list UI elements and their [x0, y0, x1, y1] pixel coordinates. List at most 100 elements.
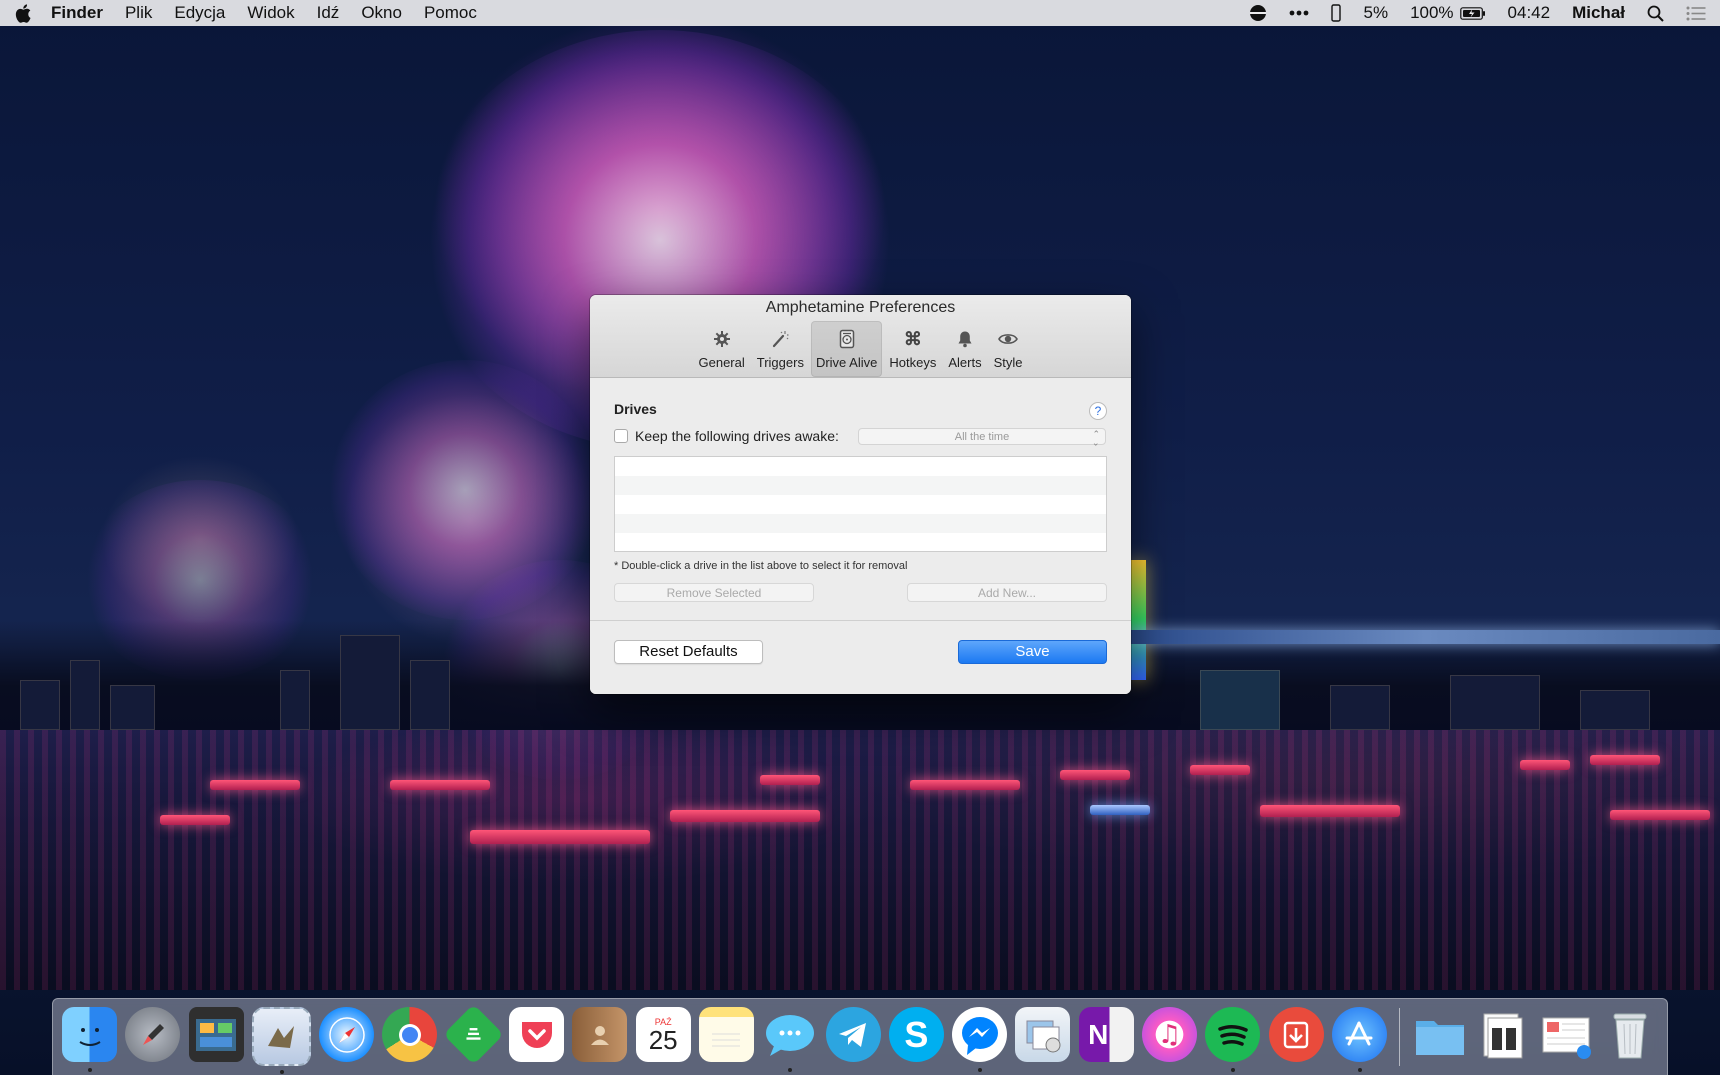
save-button[interactable]: Save — [958, 640, 1107, 664]
battery-percent[interactable]: 100% — [1410, 3, 1453, 23]
dock: PAŹ 25 S N ♫ — [52, 998, 1668, 1075]
tab-hotkeys[interactable]: ⌘ Hotkeys — [884, 321, 941, 377]
telegram-icon[interactable] — [825, 1007, 881, 1062]
tab-label: Hotkeys — [889, 355, 937, 370]
boat — [760, 775, 820, 785]
tab-triggers[interactable]: Triggers — [752, 321, 809, 377]
chevron-updown-icon: ⌃ ⌃ — [1092, 429, 1100, 448]
menu-okno[interactable]: Okno — [350, 0, 413, 26]
bell-icon — [953, 327, 977, 351]
drive-alive-pane: Drives ? Keep the following drives awake… — [590, 378, 1131, 694]
preferences-toolbar: General Triggers Drive Alive ⌘ Hotkeys A… — [590, 321, 1131, 377]
window-title: Amphetamine Preferences — [765, 299, 956, 316]
dock-separator — [1399, 1007, 1401, 1066]
menu-idz[interactable]: Idź — [306, 0, 351, 26]
gear-icon — [710, 327, 734, 351]
vpn-icon[interactable] — [1249, 4, 1267, 22]
boat — [670, 810, 820, 822]
boat — [1060, 770, 1130, 780]
folder-icon[interactable] — [1413, 1007, 1468, 1062]
list-row[interactable] — [615, 476, 1106, 495]
notification-center-icon[interactable] — [1686, 6, 1706, 21]
app-store-icon[interactable] — [1331, 1007, 1387, 1072]
remove-selected-button[interactable]: Remove Selected — [614, 583, 814, 602]
tab-drive-alive[interactable]: Drive Alive — [810, 321, 883, 377]
list-row[interactable] — [615, 495, 1106, 514]
add-new-button[interactable]: Add New... — [907, 583, 1107, 602]
schedule-select[interactable]: All the time ⌃ ⌃ — [858, 428, 1106, 448]
menu-plik[interactable]: Plik — [114, 0, 163, 26]
menu-bar: Finder Plik Edycja Widok Idź Okno Pomoc … — [0, 0, 1720, 26]
documents-stack-icon[interactable] — [1476, 1007, 1531, 1062]
onenote-icon[interactable]: N — [1078, 1007, 1134, 1062]
phone-icon[interactable] — [1331, 4, 1342, 22]
command-icon: ⌘ — [903, 328, 922, 349]
spotify-icon[interactable] — [1205, 1007, 1261, 1072]
safari-icon[interactable] — [319, 1007, 375, 1062]
boat — [210, 780, 300, 790]
screenshots-stack-icon[interactable] — [1539, 1007, 1594, 1062]
window-titlebar[interactable]: Amphetamine Preferences General Triggers… — [590, 295, 1131, 378]
boat — [160, 815, 230, 825]
boat — [1520, 760, 1570, 770]
help-button[interactable]: ? — [1089, 402, 1107, 420]
tab-style[interactable]: Style — [989, 321, 1028, 377]
itunes-icon[interactable]: ♫ — [1142, 1007, 1198, 1062]
list-row[interactable] — [615, 457, 1106, 476]
chrome-icon[interactable] — [382, 1007, 438, 1062]
menu-edycja[interactable]: Edycja — [163, 0, 236, 26]
tab-label: Style — [993, 355, 1023, 370]
finder-icon[interactable] — [62, 1007, 117, 1072]
menu-pomoc[interactable]: Pomoc — [413, 0, 488, 26]
cpu-status[interactable]: 5% — [1363, 3, 1388, 23]
drive-list[interactable] — [614, 456, 1107, 552]
list-row[interactable] — [615, 533, 1106, 552]
keep-awake-row: Keep the following drives awake: — [614, 428, 839, 444]
mission-control-icon[interactable] — [188, 1007, 244, 1062]
water-reflection — [0, 730, 1720, 990]
tab-label: Alerts — [948, 355, 982, 370]
boat — [1190, 765, 1250, 775]
bridge-tower — [1130, 560, 1146, 680]
messages-icon[interactable] — [762, 1007, 817, 1072]
skype-icon[interactable]: S — [888, 1007, 944, 1062]
list-row[interactable] — [615, 514, 1106, 533]
schedule-select-value: All the time — [954, 431, 1010, 443]
keep-awake-label[interactable]: Keep the following drives awake: — [635, 428, 839, 444]
clock[interactable]: 04:42 — [1508, 3, 1551, 23]
tab-label: Triggers — [756, 355, 804, 370]
divider — [590, 620, 1131, 621]
reset-defaults-button[interactable]: Reset Defaults — [614, 640, 763, 664]
feedly-icon[interactable] — [442, 1004, 504, 1065]
more-icon[interactable] — [1289, 10, 1309, 16]
boat — [1610, 810, 1710, 820]
boat — [1590, 755, 1660, 765]
messenger-icon[interactable] — [952, 1007, 1008, 1072]
download-icon[interactable] — [1268, 1007, 1324, 1062]
menu-widok[interactable]: Widok — [236, 0, 305, 26]
spotlight-icon[interactable] — [1647, 5, 1664, 22]
preview-icon[interactable] — [1015, 1007, 1071, 1062]
tab-alerts[interactable]: Alerts — [943, 321, 986, 377]
user-name[interactable]: Michał — [1572, 3, 1625, 23]
calendar-day: 25 — [648, 1024, 678, 1055]
preferences-window: Amphetamine Preferences General Triggers… — [590, 295, 1131, 694]
mail-icon[interactable] — [251, 1007, 311, 1074]
keep-awake-checkbox[interactable] — [614, 429, 628, 443]
menu-app-name[interactable]: Finder — [40, 0, 114, 26]
removal-hint: * Double-click a drive in the list above… — [614, 560, 908, 572]
pocket-icon[interactable] — [509, 1007, 565, 1062]
boat — [910, 780, 1020, 790]
launchpad-icon[interactable] — [125, 1007, 181, 1062]
dock-apps: PAŹ 25 S N ♫ — [62, 1004, 1657, 1074]
apple-icon[interactable] — [14, 3, 32, 23]
tab-label: Drive Alive — [815, 355, 878, 370]
notes-icon[interactable] — [698, 1007, 754, 1062]
calendar-icon[interactable]: PAŹ 25 — [635, 1007, 691, 1062]
trash-icon[interactable] — [1602, 1007, 1657, 1062]
hard-drive-icon — [835, 327, 859, 351]
contacts-icon[interactable] — [572, 1007, 628, 1062]
battery-icon[interactable] — [1459, 6, 1486, 20]
tab-general[interactable]: General — [694, 321, 750, 377]
boat — [390, 780, 490, 790]
